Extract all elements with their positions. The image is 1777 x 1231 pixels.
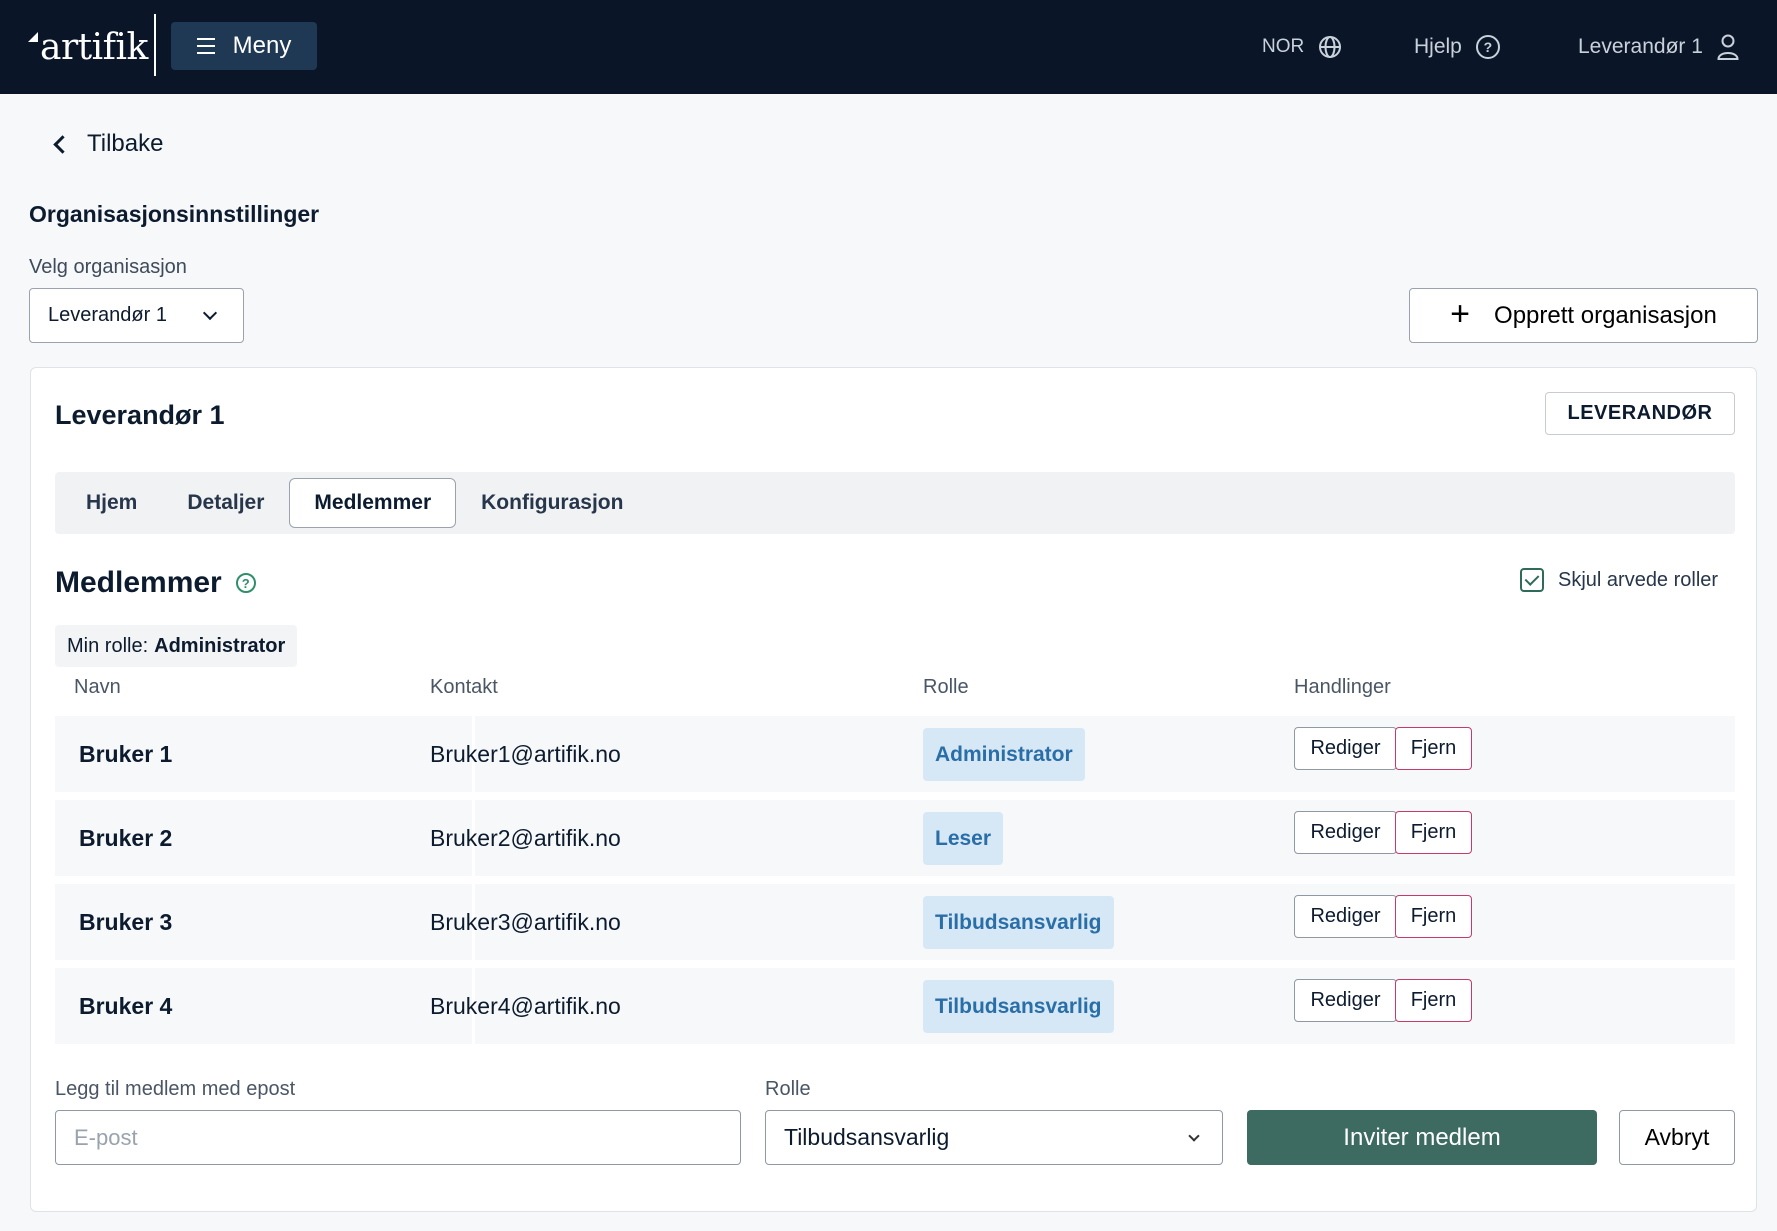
- chevron-down-icon: [1188, 1129, 1200, 1142]
- my-role-label: Min rolle:: [67, 634, 149, 657]
- help-circle-icon[interactable]: ?: [235, 573, 256, 593]
- column-header-contact: Kontakt: [430, 676, 498, 698]
- member-name: Bruker 4: [79, 992, 173, 1019]
- table-row: Bruker 1 Bruker1@artifik.no Administrato…: [55, 716, 1735, 792]
- help-label: Hjelp: [1414, 35, 1462, 58]
- member-role-badge: Tilbudsansvarlig: [923, 896, 1114, 949]
- logo-text: artifik: [40, 26, 148, 68]
- member-name: Bruker 3: [79, 908, 173, 935]
- language-label: NOR: [1262, 36, 1305, 57]
- member-contact: Bruker2@artifik.no: [430, 824, 621, 851]
- member-contact: Bruker1@artifik.no: [430, 740, 621, 767]
- members-title: Medlemmer: [55, 566, 222, 599]
- logo-mark-icon: [28, 32, 38, 42]
- hide-inherited-roles-checkbox[interactable]: [1520, 568, 1544, 592]
- organization-tabs: Hjem Detaljer Medlemmer Konfigurasjon: [55, 472, 1735, 534]
- member-contact: Bruker4@artifik.no: [430, 992, 621, 1019]
- tab-medlemmer[interactable]: Medlemmer: [289, 478, 457, 528]
- language-selector[interactable]: NOR: [1262, 30, 1342, 64]
- edit-member-button[interactable]: Rediger: [1294, 727, 1397, 770]
- member-contact: Bruker3@artifik.no: [430, 908, 621, 935]
- help-link[interactable]: Hjelp ?: [1414, 30, 1500, 64]
- member-role-badge: Administrator: [923, 728, 1085, 781]
- edit-member-button[interactable]: Rediger: [1294, 811, 1397, 854]
- create-organization-button[interactable]: + Opprett organisasjon: [1409, 288, 1758, 343]
- member-role-badge: Tilbudsansvarlig: [923, 980, 1114, 1033]
- tab-detaljer[interactable]: Detaljer: [162, 478, 289, 528]
- remove-member-button[interactable]: Fjern: [1395, 979, 1472, 1022]
- hide-inherited-roles-label: Skjul arvede roller: [1558, 568, 1719, 591]
- column-header-role: Rolle: [923, 676, 969, 698]
- select-org-label: Velg organisasjon: [29, 256, 187, 278]
- role-select-label: Rolle: [765, 1078, 811, 1100]
- my-role-indicator: Min rolle: Administrator: [55, 625, 298, 667]
- user-menu[interactable]: Leverandør 1: [1578, 30, 1739, 64]
- plus-icon: +: [1450, 295, 1471, 333]
- back-label: Tilbake: [87, 130, 164, 157]
- member-email-input[interactable]: [55, 1110, 741, 1165]
- remove-member-button[interactable]: Fjern: [1395, 727, 1472, 770]
- remove-member-button[interactable]: Fjern: [1395, 895, 1472, 938]
- column-header-name: Navn: [74, 676, 121, 698]
- top-navigation-bar: artifik Meny NOR Hjelp ? Leverandør 1: [0, 0, 1777, 94]
- table-row: Bruker 3 Bruker3@artifik.no Tilbudsansva…: [55, 884, 1735, 960]
- edit-member-button[interactable]: Rediger: [1294, 895, 1397, 938]
- user-label: Leverandør 1: [1578, 35, 1703, 58]
- remove-member-button[interactable]: Fjern: [1395, 811, 1472, 854]
- tab-konfigurasjon[interactable]: Konfigurasjon: [456, 478, 648, 528]
- organization-name: Leverandør 1: [55, 400, 225, 430]
- hide-inherited-roles-toggle[interactable]: Skjul arvede roller: [1520, 568, 1718, 592]
- member-role-badge: Leser: [923, 812, 1004, 865]
- back-link[interactable]: Tilbake: [53, 130, 164, 158]
- menu-button-label: Meny: [232, 32, 292, 59]
- edit-member-button[interactable]: Rediger: [1294, 979, 1397, 1022]
- tab-hjem[interactable]: Hjem: [61, 478, 162, 528]
- add-member-email-label: Legg til medlem med epost: [55, 1078, 296, 1100]
- hamburger-icon: [196, 38, 215, 54]
- role-select[interactable]: Tilbudsansvarlig: [765, 1110, 1223, 1165]
- column-header-actions: Handlinger: [1294, 676, 1391, 698]
- member-name: Bruker 2: [79, 824, 173, 851]
- page-title: Organisasjonsinnstillinger: [29, 201, 320, 227]
- globe-icon: [1319, 36, 1342, 58]
- member-name: Bruker 1: [79, 740, 173, 767]
- organization-card: Leverandør 1 LEVERANDØR Hjem Detaljer Me…: [30, 367, 1757, 1212]
- help-icon: ?: [1475, 35, 1500, 59]
- members-heading: Medlemmer ?: [55, 566, 256, 600]
- organization-type-badge: LEVERANDØR: [1545, 392, 1735, 435]
- chevron-down-icon: [202, 305, 218, 321]
- create-organization-label: Opprett organisasjon: [1494, 301, 1717, 329]
- selected-organization: Leverandør 1: [48, 304, 167, 326]
- my-role-value: Administrator: [154, 634, 286, 657]
- table-row: Bruker 2 Bruker2@artifik.no Leser Redige…: [55, 800, 1735, 876]
- menu-button[interactable]: Meny: [171, 22, 317, 70]
- role-select-value: Tilbudsansvarlig: [784, 1124, 950, 1150]
- logo-divider: [154, 14, 156, 76]
- table-row: Bruker 4 Bruker4@artifik.no Tilbudsansva…: [55, 968, 1735, 1044]
- chevron-left-icon: [53, 134, 72, 154]
- artifik-logo[interactable]: artifik: [28, 22, 148, 72]
- invite-member-button[interactable]: Inviter medlem: [1247, 1110, 1597, 1165]
- user-icon: [1717, 34, 1739, 60]
- cancel-button[interactable]: Avbryt: [1619, 1110, 1735, 1165]
- organization-select[interactable]: Leverandør 1: [29, 288, 244, 343]
